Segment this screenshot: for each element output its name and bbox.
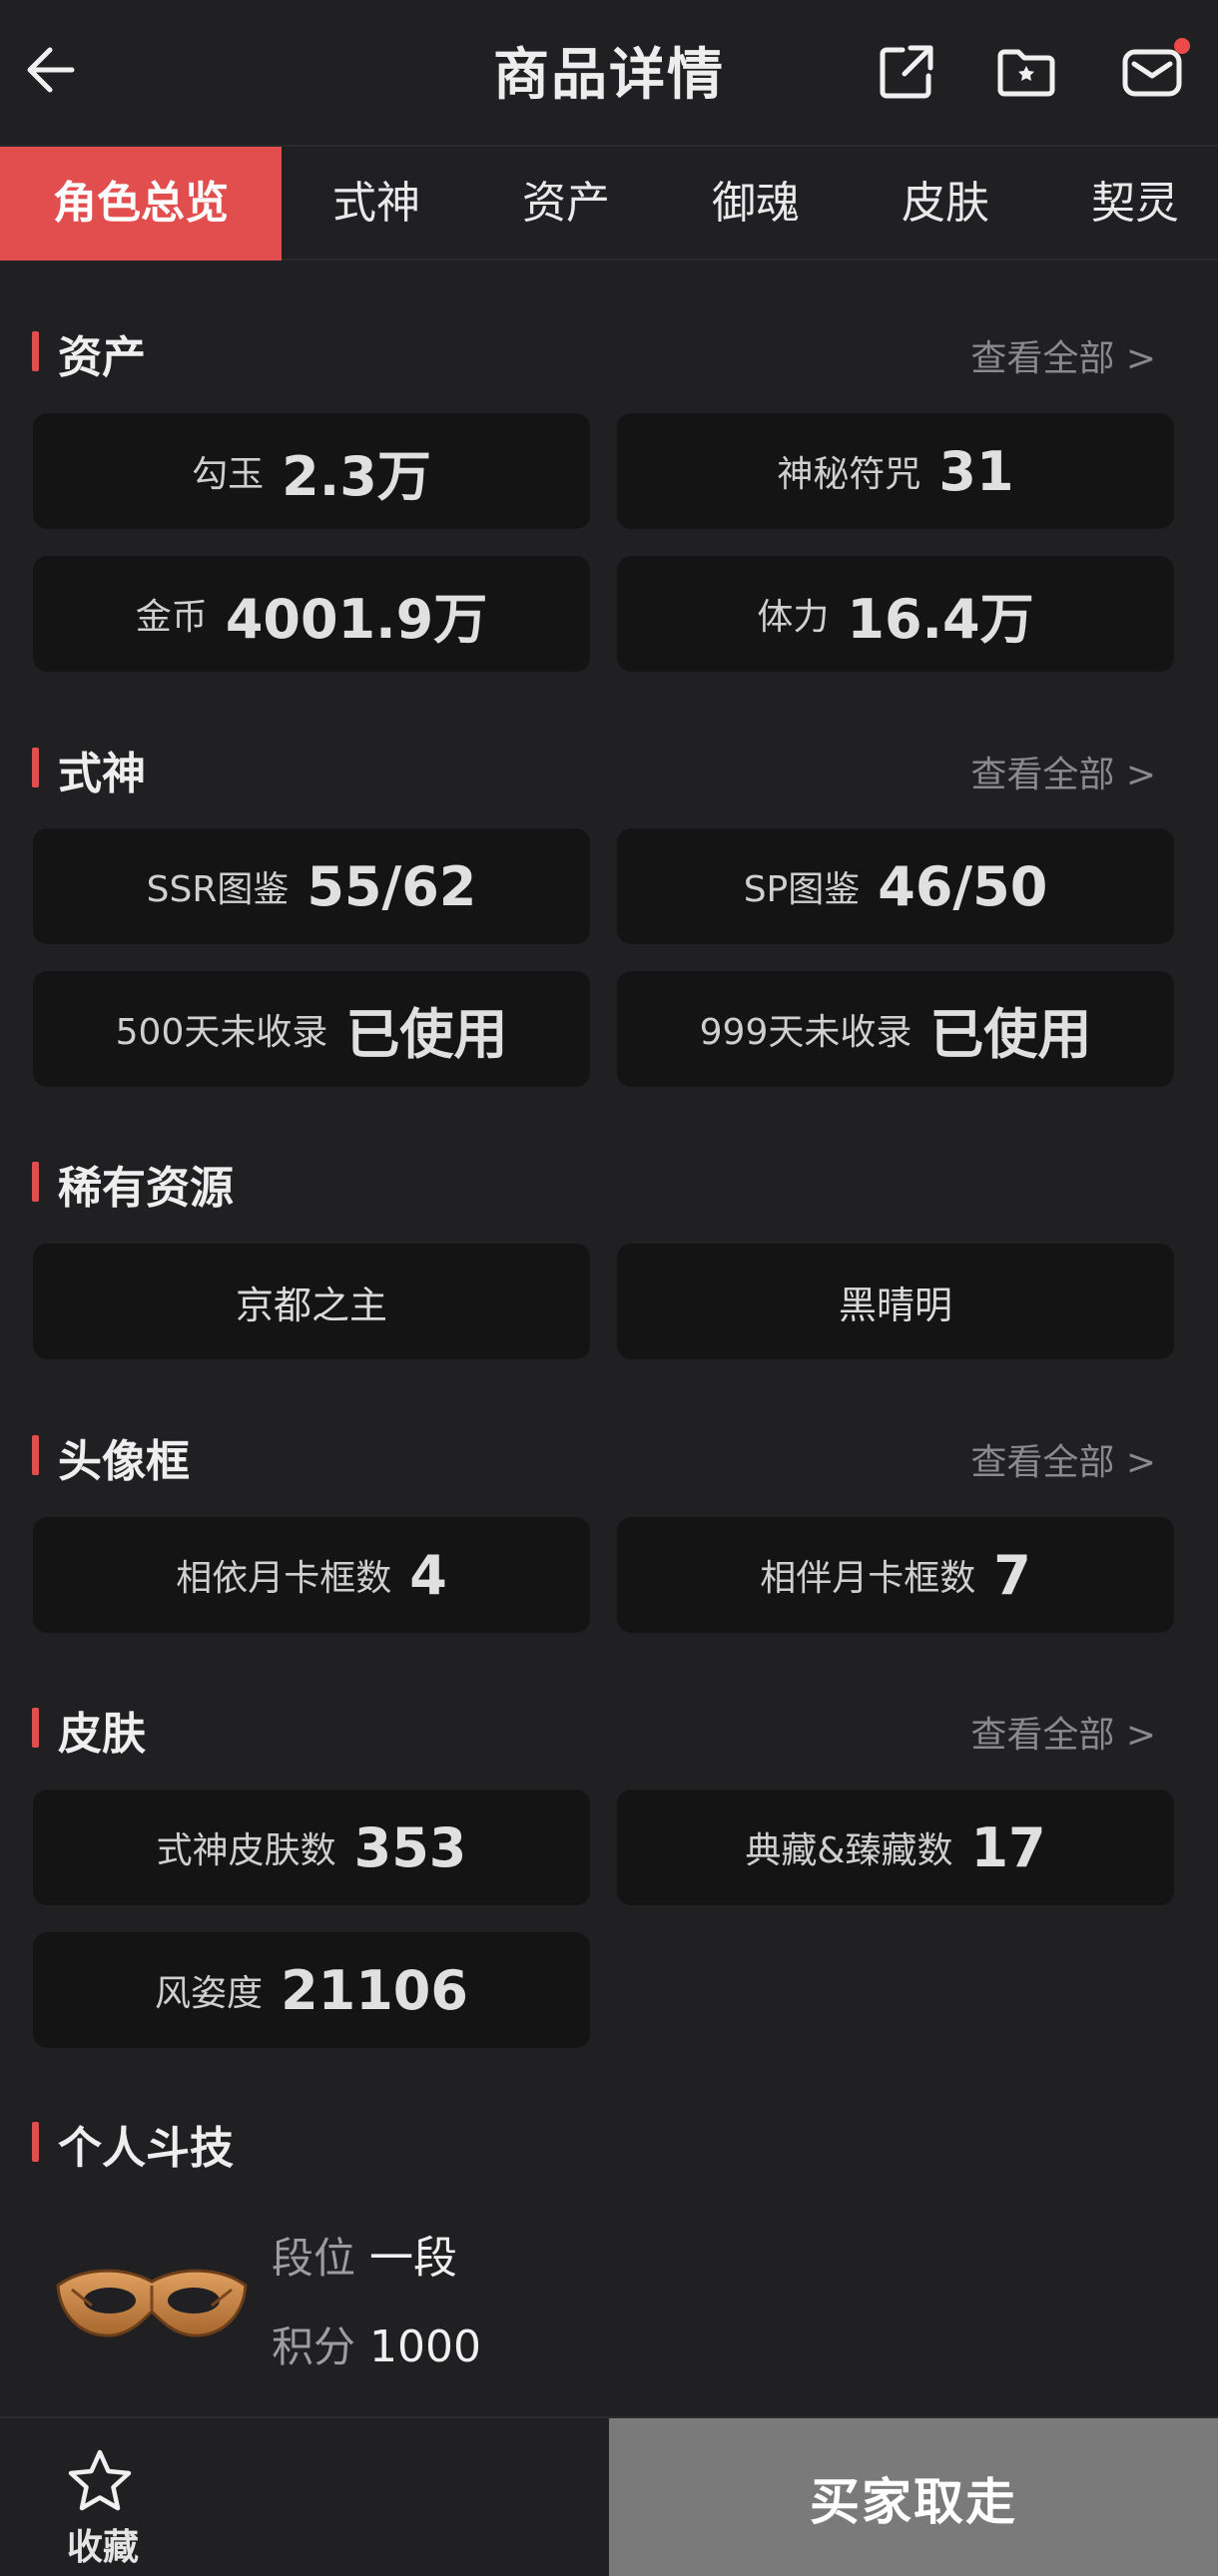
stat-label: SSR图鉴 <box>146 869 290 910</box>
collect-button[interactable]: 收藏 <box>0 2418 206 2576</box>
section-marker <box>32 748 39 787</box>
stat-value: 46/50 <box>878 854 1048 918</box>
rare-item-card: 京都之主 <box>33 1244 590 1359</box>
rank-label: 段位 <box>272 2234 356 2283</box>
stat-value: 7 <box>993 1543 1031 1607</box>
stat-card-frame-xiangyi: 相依月卡框数 4 <box>33 1517 590 1633</box>
stat-card-gold: 金币 4001.9万 <box>33 556 590 672</box>
section-title: 资产 <box>58 332 146 383</box>
stat-label: 勾玉 <box>192 454 265 495</box>
pvp-score-row: 积分 1000 <box>272 2314 481 2374</box>
section-marker <box>32 1162 39 1202</box>
stat-card-skin-count: 式神皮肤数 353 <box>33 1790 590 1905</box>
stat-label: 神秘符咒 <box>777 454 921 495</box>
bottom-action-bar: 收藏 买家取走 <box>0 2416 1218 2576</box>
section-marker <box>32 1708 39 1748</box>
section-assets-header: 资产 查看全部 > <box>0 317 1218 383</box>
stat-label: 体力 <box>757 597 830 638</box>
score-value: 1000 <box>369 2321 481 2372</box>
tab-assets[interactable]: 资产 <box>471 147 661 260</box>
section-shikigami-header: 式神 查看全部 > <box>0 734 1218 799</box>
section-marker <box>32 1435 39 1475</box>
section-pvp-header: 个人斗技 <box>0 2108 1218 2174</box>
stat-label: 典藏&臻藏数 <box>745 1830 953 1871</box>
stat-label: 风姿度 <box>155 1973 264 2014</box>
section-rare-header: 稀有资源 <box>0 1148 1218 1214</box>
stat-value: 4001.9万 <box>225 587 488 651</box>
buyer-take-button[interactable]: 买家取走 <box>609 2418 1218 2576</box>
stat-value: 17 <box>970 1815 1046 1879</box>
see-all-shikigami-link[interactable]: 查看全部 > <box>970 746 1156 797</box>
stat-card-elegance: 风姿度 21106 <box>33 1932 590 2048</box>
rank-mask-icon <box>56 2269 248 2337</box>
star-icon <box>68 2449 132 2511</box>
section-title: 个人斗技 <box>58 2123 234 2174</box>
tab-mitama[interactable]: 御魂 <box>661 147 851 260</box>
tab-bar: 角色总览 式神 资产 御魂 皮肤 契灵 <box>0 145 1218 260</box>
rare-item-label: 京都之主 <box>235 1283 387 1327</box>
stat-label: 式神皮肤数 <box>156 1830 336 1871</box>
stat-value: 已使用 <box>345 1002 508 1066</box>
favorite-folder-icon[interactable] <box>994 40 1058 104</box>
notification-dot <box>1174 38 1190 54</box>
stat-card-magatama: 勾玉 2.3万 <box>33 413 590 529</box>
rare-item-card: 黑晴明 <box>617 1244 1174 1359</box>
stat-value: 16.4万 <box>847 587 1034 651</box>
stat-card-mystery-amulet: 神秘符咒 31 <box>617 413 1174 529</box>
stat-label: SP图鉴 <box>743 869 861 910</box>
section-title: 头像框 <box>58 1436 190 1487</box>
header-bar: 商品详情 <box>0 0 1218 145</box>
stat-card-frame-xiangban: 相伴月卡框数 7 <box>617 1517 1174 1633</box>
stat-card-999-days: 999天未收录 已使用 <box>617 971 1174 1087</box>
stat-label: 相伴月卡框数 <box>760 1558 976 1599</box>
stat-value: 4 <box>409 1543 447 1607</box>
stat-value: 已使用 <box>929 1002 1092 1066</box>
section-title: 稀有资源 <box>58 1163 234 1214</box>
stat-value: 31 <box>938 439 1014 503</box>
rare-item-label: 黑晴明 <box>838 1283 952 1327</box>
tab-skins[interactable]: 皮肤 <box>851 147 1040 260</box>
stat-value: 55/62 <box>306 854 477 918</box>
stat-card-collection-skins: 典藏&臻藏数 17 <box>617 1790 1174 1905</box>
score-label: 积分 <box>272 2322 356 2371</box>
section-marker <box>32 331 39 371</box>
stat-label: 金币 <box>135 597 208 638</box>
pvp-rank-row: 段位 一段 <box>272 2222 457 2286</box>
stat-card-500-days: 500天未收录 已使用 <box>33 971 590 1087</box>
stat-label: 500天未收录 <box>115 1012 328 1053</box>
stat-card-sp-collection: SP图鉴 46/50 <box>617 828 1174 944</box>
stat-card-stamina: 体力 16.4万 <box>617 556 1174 672</box>
section-marker <box>32 2122 39 2162</box>
stat-value: 21106 <box>281 1958 468 2022</box>
tab-character-overview[interactable]: 角色总览 <box>0 147 282 260</box>
collect-label: 收藏 <box>66 2527 139 2568</box>
share-icon[interactable] <box>875 40 938 104</box>
stat-value: 353 <box>353 1815 467 1879</box>
section-title: 皮肤 <box>58 1709 146 1760</box>
section-title: 式神 <box>58 749 146 799</box>
see-all-frames-link[interactable]: 查看全部 > <box>970 1433 1156 1485</box>
tab-contract-spirits[interactable]: 契灵 <box>1040 147 1218 260</box>
tab-shikigami[interactable]: 式神 <box>282 147 471 260</box>
stat-card-ssr-collection: SSR图鉴 55/62 <box>33 828 590 944</box>
stat-label: 相依月卡框数 <box>176 1558 392 1599</box>
rank-value: 一段 <box>369 2233 458 2284</box>
see-all-assets-link[interactable]: 查看全部 > <box>970 329 1156 381</box>
section-skins-header: 皮肤 查看全部 > <box>0 1694 1218 1760</box>
section-frames-header: 头像框 查看全部 > <box>0 1421 1218 1487</box>
stat-value: 2.3万 <box>282 444 431 508</box>
see-all-skins-link[interactable]: 查看全部 > <box>970 1706 1156 1758</box>
stat-label: 999天未收录 <box>699 1012 913 1053</box>
